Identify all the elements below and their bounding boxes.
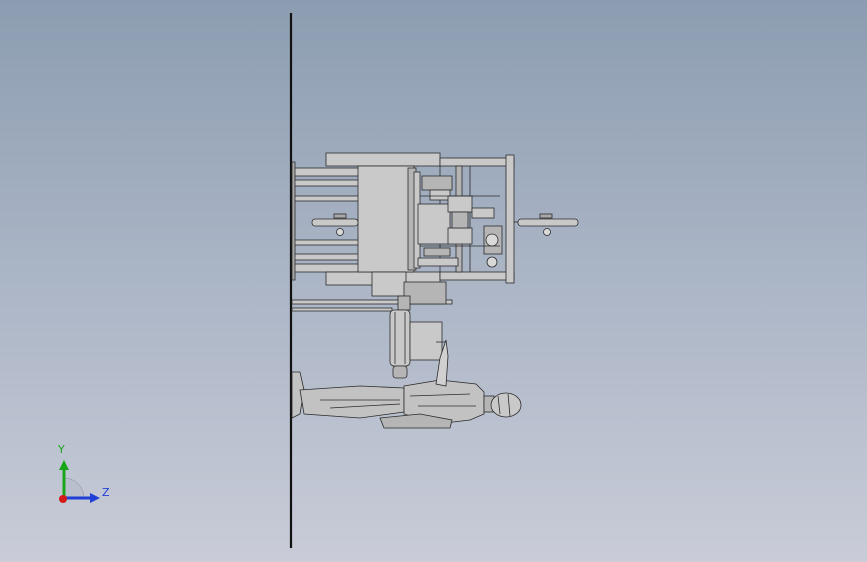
y-axis-arrowhead bbox=[59, 460, 69, 470]
machine-assembly[interactable] bbox=[291, 152, 579, 379]
z-axis-arrowhead bbox=[90, 493, 100, 503]
right-disc bbox=[514, 213, 579, 236]
cad-viewport[interactable]: Y Z bbox=[0, 0, 867, 562]
triad-xy-arc bbox=[63, 477, 85, 499]
actuator-cylinder bbox=[389, 295, 446, 379]
y-axis-label: Y bbox=[58, 443, 65, 456]
x-axis-origin-dot bbox=[59, 495, 67, 503]
z-axis-label: Z bbox=[102, 486, 110, 499]
left-disc bbox=[311, 213, 359, 236]
mannequin-legs bbox=[299, 385, 405, 419]
mannequin-head bbox=[490, 392, 522, 418]
cad-model-view[interactable] bbox=[0, 0, 867, 562]
axis-triad bbox=[59, 460, 100, 503]
